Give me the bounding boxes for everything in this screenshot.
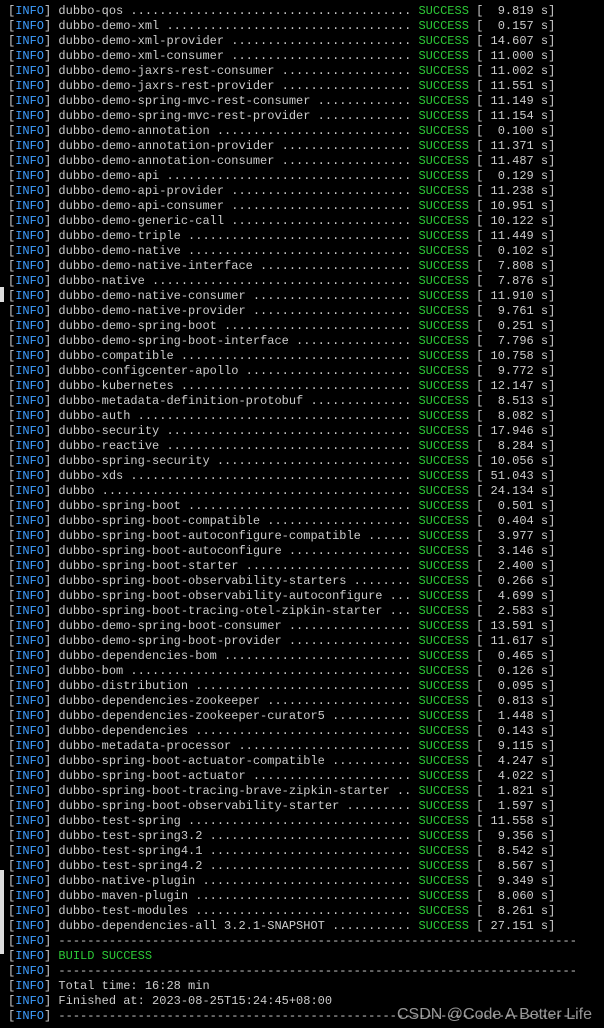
log-line: [INFO] dubbo-metadata-processor ........… (8, 739, 596, 754)
log-line: [INFO] dubbo-demo-jaxrs-rest-consumer ..… (8, 64, 596, 79)
log-line: [INFO] dubbo-spring-boot ...............… (8, 499, 596, 514)
log-line: [INFO] dubbo-compatible ................… (8, 349, 596, 364)
log-line: [INFO] dubbo-dependencies-zookeeper-cura… (8, 709, 596, 724)
log-line: [INFO] dubbo-demo-spring-mvc-rest-consum… (8, 94, 596, 109)
terminal-output[interactable]: [INFO] dubbo-qos .......................… (8, 4, 596, 1024)
log-line: [INFO] dubbo-bom .......................… (8, 664, 596, 679)
log-line: [INFO] dubbo-test-modules ..............… (8, 904, 596, 919)
log-line: [INFO] dubbo-demo-xml-consumer .........… (8, 49, 596, 64)
log-line: [INFO] dubbo-demo-spring-boot-consumer .… (8, 619, 596, 634)
log-line: [INFO] dubbo-demo-native-consumer ......… (8, 289, 596, 304)
log-line: [INFO] dubbo-demo-triple ...............… (8, 229, 596, 244)
log-line: [INFO] dubbo-spring-boot-starter .......… (8, 559, 596, 574)
log-line: [INFO] dubbo-demo-native-interface .....… (8, 259, 596, 274)
log-line: [INFO] dubbo-dependencies ..............… (8, 724, 596, 739)
log-line: [INFO] dubbo-demo-annotation-provider ..… (8, 139, 596, 154)
log-line: [INFO] dubbo-demo-spring-mvc-rest-provid… (8, 109, 596, 124)
log-line: [INFO] dubbo-spring-boot-autoconfigure .… (8, 544, 596, 559)
log-line: [INFO] dubbo-native ....................… (8, 274, 596, 289)
log-line: [INFO] ---------------------------------… (8, 934, 596, 949)
log-line: [INFO] dubbo-test-spring3.2 ............… (8, 829, 596, 844)
log-line: [INFO] dubbo-kubernetes ................… (8, 379, 596, 394)
log-line: [INFO] dubbo-dependencies-all 3.2.1-SNAP… (8, 919, 596, 934)
log-line: [INFO] dubbo-spring-boot-tracing-brave-z… (8, 784, 596, 799)
log-line: [INFO] dubbo-spring-boot-autoconfigure-c… (8, 529, 596, 544)
log-line: [INFO] dubbo-spring-security ...........… (8, 454, 596, 469)
log-line: [INFO] dubbo ...........................… (8, 484, 596, 499)
log-line: [INFO] dubbo-demo-api-provider .........… (8, 184, 596, 199)
log-line: [INFO] dubbo-demo-annotation-consumer ..… (8, 154, 596, 169)
selection-marker (0, 287, 4, 302)
log-line: [INFO] dubbo-test-spring4.1 ............… (8, 844, 596, 859)
log-line: [INFO] dubbo-demo-spring-boot ..........… (8, 319, 596, 334)
log-line: [INFO] BUILD SUCCESS (8, 949, 596, 964)
log-line: [INFO] dubbo-demo-spring-boot-provider .… (8, 634, 596, 649)
log-line: [INFO] dubbo-demo-native-provider ......… (8, 304, 596, 319)
log-line: [INFO] dubbo-dependencies-bom ..........… (8, 649, 596, 664)
selection-marker (0, 870, 4, 954)
log-line: [INFO] ---------------------------------… (8, 964, 596, 979)
log-line: [INFO] dubbo-demo-annotation ...........… (8, 124, 596, 139)
log-line: [INFO] dubbo-spring-boot-observability-s… (8, 574, 596, 589)
log-line: [INFO] dubbo-security ..................… (8, 424, 596, 439)
log-line: [INFO] dubbo-spring-boot-actuator ......… (8, 769, 596, 784)
log-line: [INFO] dubbo-spring-boot-tracing-otel-zi… (8, 604, 596, 619)
log-line: [INFO] dubbo-metadata-definition-protobu… (8, 394, 596, 409)
log-line: [INFO] dubbo-qos .......................… (8, 4, 596, 19)
log-line: [INFO] dubbo-demo-jaxrs-rest-provider ..… (8, 79, 596, 94)
log-line: [INFO] dubbo-demo-spring-boot-interface … (8, 334, 596, 349)
log-line: [INFO] dubbo-native-plugin .............… (8, 874, 596, 889)
log-line: [INFO] dubbo-distribution ..............… (8, 679, 596, 694)
log-line: [INFO] dubbo-reactive ..................… (8, 439, 596, 454)
log-line: [INFO] dubbo-demo-native ...............… (8, 244, 596, 259)
log-line: [INFO] dubbo-xds .......................… (8, 469, 596, 484)
log-line: [INFO] dubbo-demo-xml ..................… (8, 19, 596, 34)
log-line: [INFO] dubbo-spring-boot-actuator-compat… (8, 754, 596, 769)
watermark: CSDN @Code A Better Life (397, 1007, 592, 1022)
log-line: [INFO] Total time: 16:28 min (8, 979, 596, 994)
log-line: [INFO] dubbo-demo-xml-provider .........… (8, 34, 596, 49)
log-line: [INFO] dubbo-spring-boot-compatible ....… (8, 514, 596, 529)
log-line: [INFO] dubbo-dependencies-zookeeper ....… (8, 694, 596, 709)
log-line: [INFO] dubbo-demo-api ..................… (8, 169, 596, 184)
log-line: [INFO] dubbo-demo-generic-call .........… (8, 214, 596, 229)
log-line: [INFO] dubbo-maven-plugin ..............… (8, 889, 596, 904)
log-line: [INFO] dubbo-test-spring4.2 ............… (8, 859, 596, 874)
log-line: [INFO] dubbo-configcenter-apollo .......… (8, 364, 596, 379)
log-line: [INFO] dubbo-spring-boot-observability-a… (8, 589, 596, 604)
log-line: [INFO] dubbo-auth ......................… (8, 409, 596, 424)
log-line: [INFO] dubbo-test-spring ...............… (8, 814, 596, 829)
log-line: [INFO] dubbo-spring-boot-observability-s… (8, 799, 596, 814)
log-line: [INFO] dubbo-demo-api-consumer .........… (8, 199, 596, 214)
